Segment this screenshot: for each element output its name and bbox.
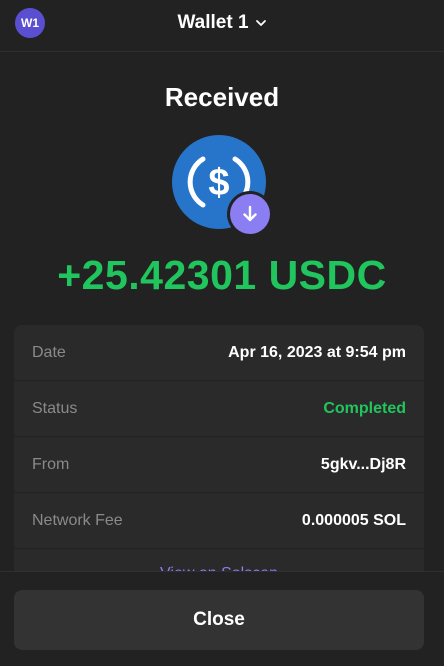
svg-text:$: $ xyxy=(208,162,229,204)
arrow-down-icon xyxy=(230,194,270,234)
detail-label: From xyxy=(32,455,70,473)
received-amount: +25.42301 USDC xyxy=(57,252,387,298)
page-title: Received xyxy=(164,82,280,112)
transaction-details: Date Apr 16, 2023 at 9:54 pm Status Comp… xyxy=(14,325,424,585)
header: W1 Wallet 1 xyxy=(0,0,444,52)
detail-label: Status xyxy=(32,399,78,417)
detail-label: Date xyxy=(32,343,66,361)
bottom-bar: Close xyxy=(0,571,444,666)
detail-label: Network Fee xyxy=(32,511,123,529)
detail-row-status: Status Completed xyxy=(14,381,424,437)
transaction-detail-screen: W1 Wallet 1 Received $ +25.42301 USDC Da… xyxy=(0,0,444,666)
detail-row-date: Date Apr 16, 2023 at 9:54 pm xyxy=(14,325,424,381)
detail-value: 0.000005 SOL xyxy=(301,511,406,529)
detail-row-network-fee: Network Fee 0.000005 SOL xyxy=(14,493,424,549)
wallet-name: Wallet 1 xyxy=(177,12,249,33)
chevron-down-icon xyxy=(255,17,267,29)
wallet-switcher[interactable]: Wallet 1 xyxy=(0,10,444,36)
close-button[interactable]: Close xyxy=(14,590,424,650)
detail-row-from: From 5gkv...Dj8R xyxy=(14,437,424,493)
received-badge xyxy=(227,191,273,237)
sender-address[interactable]: 5gkv...Dj8R xyxy=(321,456,406,474)
detail-value: Apr 16, 2023 at 9:54 pm xyxy=(228,343,406,361)
status-badge: Completed xyxy=(323,399,406,417)
